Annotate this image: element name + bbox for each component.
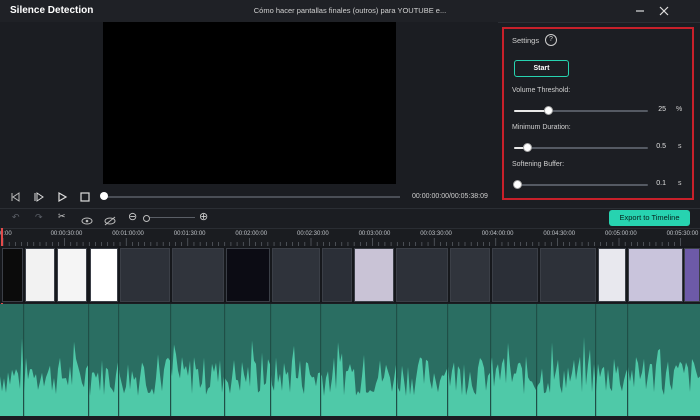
stop-button[interactable] <box>78 190 92 204</box>
playback-scrubber-track[interactable] <box>102 196 400 198</box>
softening-buffer-slider[interactable] <box>512 180 648 189</box>
ruler-ticks <box>2 238 681 246</box>
audio-cut-marker <box>595 304 597 416</box>
volume-threshold-handle[interactable] <box>543 106 553 115</box>
audio-cut-marker <box>23 304 25 416</box>
video-clip[interactable] <box>628 248 683 302</box>
document-title: Cómo hacer pantallas finales (outros) pa… <box>253 6 447 15</box>
audio-cut-marker <box>270 304 272 416</box>
video-clip[interactable] <box>322 248 352 302</box>
ruler-label: 00:00:30:00 <box>50 231 83 237</box>
video-clip[interactable] <box>226 248 270 302</box>
ruler-label: 00:01:00:00 <box>112 231 144 237</box>
video-clip[interactable] <box>2 248 23 302</box>
ruler-label: 00:04:30:00 <box>543 231 576 237</box>
video-clip[interactable] <box>540 248 596 302</box>
volume-threshold-fill <box>514 110 548 112</box>
video-clip[interactable] <box>396 248 448 302</box>
video-clip[interactable] <box>120 248 170 302</box>
audio-cut-marker <box>490 304 492 416</box>
audio-waveform <box>0 304 700 416</box>
redo-icon[interactable]: ↷ <box>35 212 43 223</box>
audio-cut-marker <box>396 304 398 416</box>
minimize-icon <box>636 10 644 12</box>
ruler-label: 00:03:30:00 <box>420 231 452 237</box>
settings-title: Settings <box>512 36 540 45</box>
minimum-duration-unit: s <box>678 143 682 150</box>
video-clip[interactable] <box>25 248 55 302</box>
minimum-duration-handle[interactable] <box>523 143 533 152</box>
softening-buffer-unit: s <box>678 180 682 187</box>
volume-threshold-value[interactable]: 25 <box>646 106 666 113</box>
ruler-label: 00:02:30:00 <box>297 231 329 237</box>
play-icon <box>58 191 68 203</box>
play-button[interactable] <box>55 190 69 204</box>
time-display: 00:00:00:00/00:05:38:09 <box>412 193 488 200</box>
settings-panel: Settings ? Start Volume Threshold: 25 % … <box>502 27 694 200</box>
start-button[interactable]: Start <box>514 60 569 77</box>
undo-icon[interactable]: ↶ <box>12 212 20 223</box>
zoom-slider-handle[interactable] <box>143 215 150 222</box>
ruler-label: 00:02:00:00 <box>235 231 268 237</box>
audio-cut-marker <box>88 304 90 416</box>
video-clip[interactable] <box>90 248 118 302</box>
ruler-label: 00:03:00:00 <box>358 231 391 237</box>
video-clip[interactable] <box>598 248 626 302</box>
audio-cut-marker <box>118 304 120 416</box>
minimum-duration-label: Minimum Duration: <box>512 124 571 131</box>
audio-cut-marker <box>536 304 538 416</box>
close-button[interactable] <box>656 3 672 19</box>
zoom-slider[interactable] <box>143 217 195 218</box>
ruler-label: 00:01:30:00 <box>173 231 206 237</box>
audio-cut-marker <box>627 304 629 416</box>
zoom-out-icon[interactable]: ⊖ <box>128 210 137 223</box>
help-icon[interactable]: ? <box>545 34 557 46</box>
softening-buffer-value[interactable]: 0.1 <box>646 180 666 187</box>
audio-cut-marker <box>170 304 172 416</box>
volume-threshold-unit: % <box>676 106 683 113</box>
audio-cut-marker <box>447 304 449 416</box>
volume-threshold-label: Volume Threshold: <box>512 87 571 94</box>
video-clip[interactable] <box>272 248 320 302</box>
video-preview[interactable] <box>103 22 396 184</box>
video-clip[interactable] <box>450 248 490 302</box>
zoom-in-icon[interactable]: ⊕ <box>199 210 208 223</box>
video-clip[interactable] <box>172 248 224 302</box>
ruler-label: 00:05:00:00 <box>605 231 637 237</box>
volume-threshold-slider[interactable] <box>514 106 648 115</box>
video-clip[interactable] <box>57 248 87 302</box>
audio-cut-marker <box>224 304 226 416</box>
export-to-timeline-button[interactable]: Export to Timeline <box>609 210 690 226</box>
softening-buffer-handle[interactable] <box>512 180 522 189</box>
step-forward-icon <box>34 192 44 202</box>
softening-buffer-label: Softening Buffer: <box>512 161 565 168</box>
ruler-label: 00:05:30:00 <box>666 231 699 237</box>
close-icon <box>659 6 669 16</box>
stop-icon <box>80 192 90 202</box>
video-clip[interactable] <box>492 248 538 302</box>
video-clip[interactable] <box>684 248 700 302</box>
previous-frame-button[interactable] <box>8 190 22 204</box>
step-back-icon <box>11 192 20 202</box>
ruler-label: 00:04:00:00 <box>481 231 514 237</box>
scissors-icon[interactable]: ✂ <box>58 211 66 222</box>
minimum-duration-slider[interactable] <box>514 143 648 152</box>
playback-scrubber-handle[interactable] <box>100 192 108 200</box>
minimum-duration-value[interactable]: 0.5 <box>646 143 666 150</box>
video-clip[interactable] <box>354 248 394 302</box>
next-frame-button[interactable] <box>32 190 46 204</box>
minimize-button[interactable] <box>632 3 648 19</box>
audio-cut-marker <box>320 304 322 416</box>
